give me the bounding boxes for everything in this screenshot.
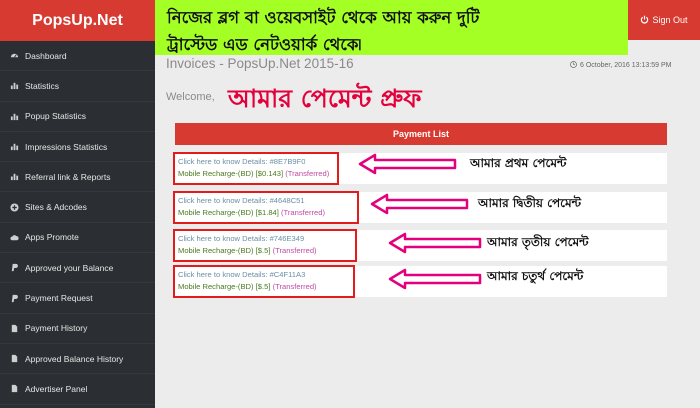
sidebar-item-label: Payment Request	[25, 293, 93, 304]
document-icon	[8, 354, 20, 363]
datetime: 6 October, 2016 13:13:59 PM	[570, 61, 671, 70]
sidebar-item-impressions-statistics[interactable]: Impressions Statistics	[0, 132, 155, 163]
banner-line-1: নিজের ব্লগ বা ওয়েবসাইট থেকে আয় করুন দু…	[167, 8, 480, 27]
sidebar-item-statistics[interactable]: Statistics	[0, 71, 155, 102]
sidebar-item-label: Sites & Adcodes	[25, 202, 87, 213]
bar-chart-icon	[8, 142, 20, 151]
clock-icon	[570, 61, 577, 70]
bar-chart-icon	[8, 172, 20, 181]
dashboard-icon	[8, 51, 20, 60]
sidebar-item-label: Statistics	[25, 80, 60, 91]
document-icon	[8, 324, 20, 333]
plus-circle-icon	[8, 203, 20, 212]
datetime-text: 6 October, 2016 13:13:59 PM	[580, 62, 672, 69]
signout-button[interactable]: Sign Out	[628, 0, 700, 40]
payment-list-header: Payment List	[175, 123, 667, 145]
paypal-icon	[8, 294, 20, 303]
overlay-title: আমার পেমেন্ট প্রুফ	[228, 84, 422, 113]
sidebar-item-label: Advertiser Panel	[25, 383, 88, 394]
sidebar-item-label: Approved Balance History	[25, 353, 124, 364]
highlight-box	[173, 191, 359, 224]
sidebar-item-advertiser-panel[interactable]: Advertiser Panel	[0, 374, 155, 405]
power-icon	[640, 15, 649, 26]
signout-label: Sign Out	[652, 15, 688, 25]
sidebar-item-payment-history[interactable]: Payment History	[0, 314, 155, 344]
brand-logo[interactable]: PopsUp.Net	[0, 0, 155, 41]
banner-line-2: ট্রাস্টেড এড নেটওয়ার্ক থেকে৷	[167, 35, 362, 54]
bar-chart-icon	[8, 81, 20, 90]
sidebar-item-label: Payment History	[25, 323, 88, 334]
arrow-annotation	[388, 232, 482, 254]
page-title: Invoices - PopsUp.Net 2015-16	[166, 56, 354, 71]
sidebar-item-approved-balance[interactable]: Approved your Balance	[0, 253, 155, 284]
welcome-text: Welcome,	[166, 91, 215, 103]
sidebar-item-apps-promote[interactable]: Apps Promote	[0, 223, 155, 254]
header-spacer	[628, 40, 700, 55]
paypal-icon	[8, 263, 20, 272]
sidebar-item-label: Approved your Balance	[25, 262, 114, 273]
sidebar-menu: Dashboard Statistics Popup Statistics Im…	[0, 41, 155, 405]
highlight-box	[173, 152, 339, 185]
sidebar-item-label: Referral link & Reports	[25, 171, 111, 182]
sidebar-item-label: Apps Promote	[25, 232, 79, 243]
highlight-box	[173, 265, 355, 298]
sidebar-item-dashboard[interactable]: Dashboard	[0, 41, 155, 72]
arrow-annotation	[358, 153, 457, 175]
sidebar-item-referral[interactable]: Referral link & Reports	[0, 162, 155, 193]
sidebar: PopsUp.Net Dashboard Statistics Popup St…	[0, 0, 155, 408]
arrow-annotation	[370, 193, 469, 215]
annotation-label: আমার প্রথম পেমেন্ট	[470, 156, 567, 170]
document-icon	[8, 384, 20, 393]
sidebar-item-label: Popup Statistics	[25, 111, 86, 122]
sidebar-item-approved-balance-history[interactable]: Approved Balance History	[0, 344, 155, 375]
annotation-label: আমার দ্বিতীয় পেমেন্ট	[478, 196, 582, 210]
highlight-box	[173, 229, 357, 262]
promo-banner: নিজের ব্লগ বা ওয়েবসাইট থেকে আয় করুন দু…	[155, 0, 628, 55]
sidebar-item-sites-adcodes[interactable]: Sites & Adcodes	[0, 192, 155, 223]
sidebar-item-label: Impressions Statistics	[25, 141, 108, 152]
cloud-icon	[8, 233, 20, 242]
annotation-label: আমার চতুর্থ পেমেন্ট	[487, 269, 584, 283]
sidebar-item-popup-statistics[interactable]: Popup Statistics	[0, 102, 155, 132]
bar-chart-icon	[8, 112, 20, 121]
arrow-annotation	[388, 268, 482, 290]
sidebar-item-payment-request[interactable]: Payment Request	[0, 283, 155, 314]
sidebar-item-label: Dashboard	[25, 50, 67, 61]
annotation-label: আমার তৃতীয় পেমেন্ট	[487, 235, 589, 249]
